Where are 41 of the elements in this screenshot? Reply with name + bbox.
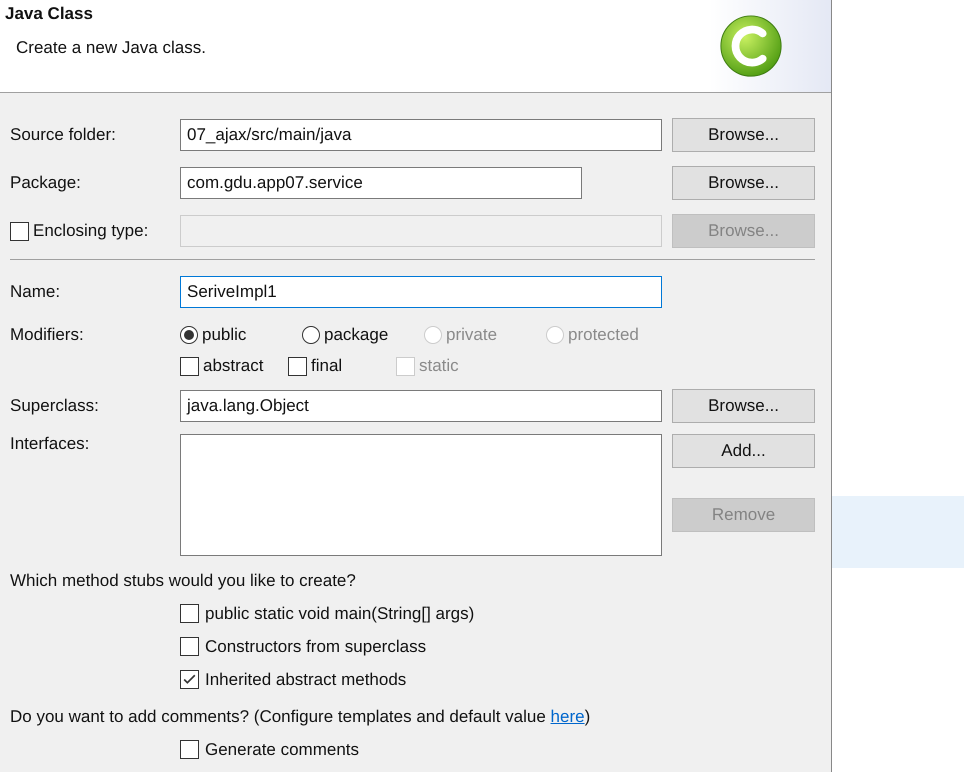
checkbox-label: static bbox=[419, 356, 459, 376]
field-label: Source folder: bbox=[10, 125, 117, 145]
checkbox[interactable] bbox=[288, 356, 307, 376]
radio-label: private bbox=[446, 325, 498, 345]
input-field[interactable]: com.gdu.app07.service bbox=[180, 167, 582, 199]
browse-button[interactable]: Browse... bbox=[672, 389, 815, 423]
checkbox-label: Generate comments bbox=[205, 740, 360, 760]
field-label: Superclass: bbox=[10, 396, 100, 416]
checkbox-label: public static void main(String[] args) bbox=[205, 604, 474, 624]
input-field[interactable]: SeriveImpl1 bbox=[180, 276, 662, 308]
checkbox[interactable] bbox=[10, 222, 29, 240]
add-button[interactable]: Add... bbox=[672, 434, 815, 468]
radio-label: public bbox=[202, 325, 246, 345]
checkbox-label: abstract bbox=[203, 356, 264, 376]
dialog-title: Java Class bbox=[5, 4, 94, 24]
browse-button[interactable]: Browse... bbox=[672, 118, 815, 152]
radio-button[interactable] bbox=[180, 326, 198, 344]
dialog-description: Create a new Java class. bbox=[16, 38, 206, 58]
checkbox[interactable] bbox=[180, 356, 199, 376]
field-label: Package: bbox=[10, 173, 82, 193]
input-field[interactable]: java.lang.Object bbox=[180, 390, 662, 422]
browse-button[interactable]: Browse... bbox=[672, 166, 815, 200]
field-label: Interfaces: bbox=[10, 434, 90, 454]
checkbox-label: Constructors from superclass bbox=[205, 636, 426, 656]
radio-label: package bbox=[324, 325, 388, 345]
input-field[interactable]: 07_ajax/src/main/java bbox=[180, 119, 662, 151]
radio-label: protected bbox=[568, 325, 639, 345]
checkbox-label: final bbox=[311, 356, 342, 376]
checkbox[interactable] bbox=[180, 740, 199, 759]
stubs-question: Which method stubs would you like to create? bbox=[10, 570, 357, 592]
checkbox[interactable] bbox=[180, 604, 199, 623]
radio-button[interactable] bbox=[302, 326, 320, 344]
field-label: Name: bbox=[10, 282, 62, 302]
here-link[interactable]: here bbox=[550, 707, 585, 726]
field-label: Modifiers: bbox=[10, 325, 85, 345]
comments-question: Do you want to add comments? (Configure templates and default value here) bbox=[10, 706, 592, 728]
checkbox-label: Enclosing type: bbox=[33, 221, 148, 241]
checkbox-label: Inherited abstract methods bbox=[205, 670, 406, 690]
interfaces-list[interactable] bbox=[180, 434, 662, 556]
checkbox[interactable] bbox=[180, 637, 199, 656]
checkbox[interactable] bbox=[180, 670, 199, 689]
